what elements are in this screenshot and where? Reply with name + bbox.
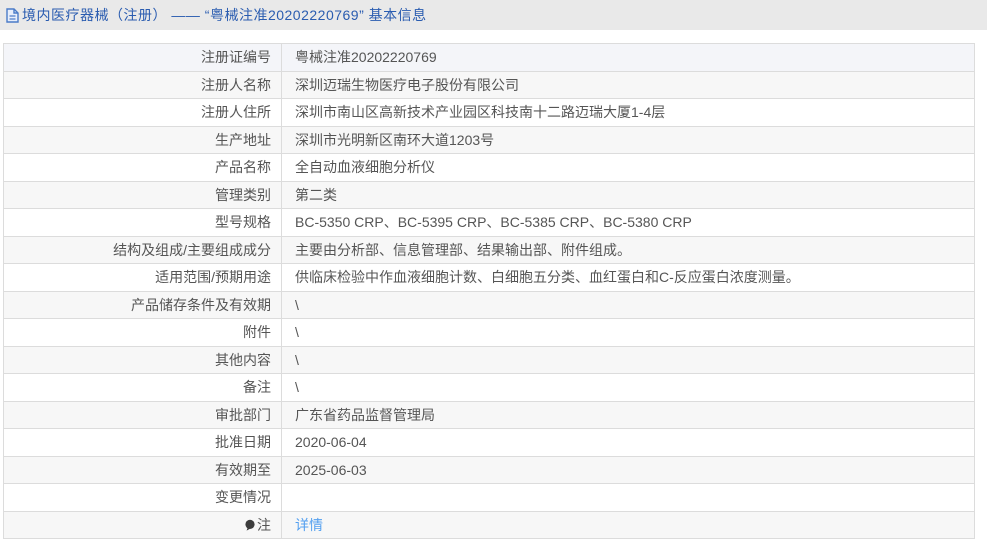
row-value: 第二类 [281, 180, 975, 209]
page-header: 境内医疗器械（注册） —— “粤械注准20202220769” 基本信息 [0, 0, 987, 30]
table-row: 注 详情 [3, 510, 975, 539]
row-label-text: 注 [257, 516, 271, 533]
row-label: 注册证编号 [3, 43, 282, 72]
row-label-text: 审批部门 [215, 406, 271, 423]
table-row: 有效期至 2025-06-03 [3, 455, 975, 484]
row-label-text: 结构及组成/主要组成成分 [113, 241, 271, 258]
table-row: 型号规格 BC-5350 CRP、BC-5395 CRP、BC-5385 CRP、… [3, 208, 975, 237]
row-value: 2025-06-03 [281, 455, 975, 484]
row-value: \ [281, 373, 975, 402]
row-label: 注 [3, 510, 282, 539]
row-label: 产品名称 [3, 153, 282, 182]
row-label-text: 备注 [243, 379, 271, 396]
table-row: 产品名称 全自动血液细胞分析仪 [3, 153, 975, 182]
row-label: 注册人住所 [3, 98, 282, 127]
table-row: 注册证编号 粤械注准20202220769 [3, 43, 975, 72]
row-label: 其他内容 [3, 345, 282, 374]
table-row: 管理类别 第二类 [3, 180, 975, 209]
table-row: 批准日期 2020-06-04 [3, 428, 975, 457]
row-value-text: \ [295, 296, 299, 313]
row-value: \ [281, 290, 975, 319]
row-value-text: 深圳迈瑞生物医疗电子股份有限公司 [295, 76, 519, 93]
row-value-text: 第二类 [295, 186, 337, 203]
row-label: 产品储存条件及有效期 [3, 290, 282, 319]
table-row: 注册人住所 深圳市南山区高新技术产业园区科技南十二路迈瑞大厦1-4层 [3, 98, 975, 127]
row-value-text: 2025-06-03 [295, 461, 367, 478]
row-value [281, 483, 975, 512]
table-row: 审批部门 广东省药品监督管理局 [3, 400, 975, 429]
row-label: 生产地址 [3, 125, 282, 154]
details-link[interactable]: 详情 [295, 517, 323, 533]
row-label-text: 其他内容 [215, 351, 271, 368]
table-row: 附件 \ [3, 318, 975, 347]
row-value: 深圳市南山区高新技术产业园区科技南十二路迈瑞大厦1-4层 [281, 98, 975, 127]
table-row: 备注 \ [3, 373, 975, 402]
row-label-text: 注册证编号 [201, 49, 271, 66]
row-label-text: 型号规格 [215, 214, 271, 231]
row-label: 附件 [3, 318, 282, 347]
row-value-text: 广东省药品监督管理局 [295, 406, 435, 423]
row-value-text: BC-5350 CRP、BC-5395 CRP、BC-5385 CRP、BC-5… [295, 214, 692, 231]
row-value: 2020-06-04 [281, 428, 975, 457]
page-title-text: 境内医疗器械（注册） —— “粤械注准20202220769” 基本信息 [22, 7, 427, 23]
row-value-text: \ [295, 324, 299, 341]
row-value: 深圳市光明新区南环大道1203号 [281, 125, 975, 154]
table-row: 生产地址 深圳市光明新区南环大道1203号 [3, 125, 975, 154]
row-label-text: 产品名称 [215, 159, 271, 176]
row-value: 详情 [281, 510, 975, 539]
row-value-text: 深圳市南山区高新技术产业园区科技南十二路迈瑞大厦1-4层 [295, 104, 666, 121]
row-value: 粤械注准20202220769 [281, 43, 975, 72]
row-value: \ [281, 345, 975, 374]
row-value-text: \ [295, 379, 299, 396]
table-row: 产品储存条件及有效期 \ [3, 290, 975, 319]
row-label: 适用范围/预期用途 [3, 263, 282, 292]
row-label: 批准日期 [3, 428, 282, 457]
row-label-text: 注册人住所 [201, 104, 271, 121]
page-title: 境内医疗器械（注册） —— “粤械注准20202220769” 基本信息 [6, 5, 427, 25]
row-value-text: 2020-06-04 [295, 434, 367, 451]
row-label: 注册人名称 [3, 70, 282, 99]
table-row: 适用范围/预期用途 供临床检验中作血液细胞计数、白细胞五分类、血红蛋白和C-反应蛋… [3, 263, 975, 292]
row-value-text: 主要由分析部、信息管理部、结果输出部、附件组成。 [295, 241, 631, 258]
row-label-text: 批准日期 [215, 434, 271, 451]
row-label: 管理类别 [3, 180, 282, 209]
table-row: 结构及组成/主要组成成分 主要由分析部、信息管理部、结果输出部、附件组成。 [3, 235, 975, 264]
row-value: 广东省药品监督管理局 [281, 400, 975, 429]
document-icon [6, 7, 19, 23]
table-row: 变更情况 [3, 483, 975, 512]
row-value-text: 深圳市光明新区南环大道1203号 [295, 131, 495, 148]
row-value-text: 全自动血液细胞分析仪 [295, 159, 435, 176]
table-row: 注册人名称 深圳迈瑞生物医疗电子股份有限公司 [3, 70, 975, 99]
row-value: BC-5350 CRP、BC-5395 CRP、BC-5385 CRP、BC-5… [281, 208, 975, 237]
row-label-text: 适用范围/预期用途 [155, 269, 271, 286]
row-label-text: 注册人名称 [201, 76, 271, 93]
row-label: 结构及组成/主要组成成分 [3, 235, 282, 264]
row-label: 备注 [3, 373, 282, 402]
row-label-text: 生产地址 [215, 131, 271, 148]
table-row: 其他内容 \ [3, 345, 975, 374]
row-label-text: 变更情况 [215, 489, 271, 506]
row-value: 主要由分析部、信息管理部、结果输出部、附件组成。 [281, 235, 975, 264]
registration-info-table: 注册证编号 粤械注准20202220769 注册人名称 深圳迈瑞生物医疗电子股份有限公… [3, 43, 975, 539]
row-value-text: 供临床检验中作血液细胞计数、白细胞五分类、血红蛋白和C-反应蛋白浓度测量。 [295, 269, 800, 286]
row-value: 全自动血液细胞分析仪 [281, 153, 975, 182]
row-value: 深圳迈瑞生物医疗电子股份有限公司 [281, 70, 975, 99]
row-value-text: 粤械注准20202220769 [295, 49, 437, 66]
row-label: 审批部门 [3, 400, 282, 429]
row-value: \ [281, 318, 975, 347]
note-icon [245, 519, 255, 531]
row-value: 供临床检验中作血液细胞计数、白细胞五分类、血红蛋白和C-反应蛋白浓度测量。 [281, 263, 975, 292]
row-label: 变更情况 [3, 483, 282, 512]
row-label: 有效期至 [3, 455, 282, 484]
row-label-text: 产品储存条件及有效期 [131, 296, 271, 313]
row-label-text: 附件 [243, 324, 271, 341]
row-value-text: \ [295, 351, 299, 368]
row-label-text: 管理类别 [215, 186, 271, 203]
row-label-text: 有效期至 [215, 461, 271, 478]
row-label: 型号规格 [3, 208, 282, 237]
